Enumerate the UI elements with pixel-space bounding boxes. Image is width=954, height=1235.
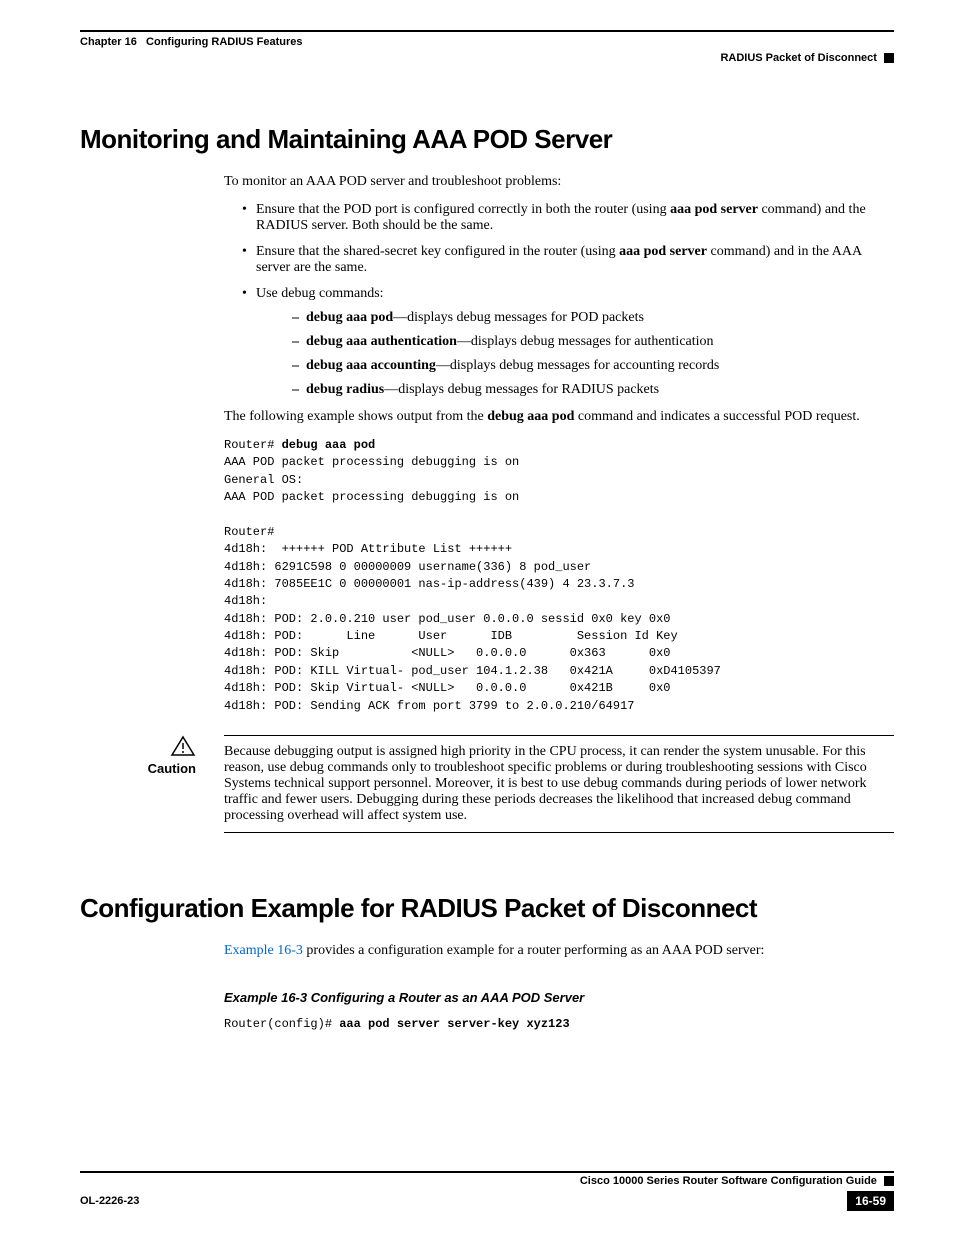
- running-header-right: RADIUS Packet of Disconnect: [80, 52, 894, 64]
- bullet-item: Ensure that the shared-secret key config…: [242, 244, 894, 276]
- sub-item: debug aaa pod—displays debug messages fo…: [292, 310, 894, 326]
- footer-square-icon: [884, 1176, 894, 1186]
- page-number: 16-59: [847, 1191, 894, 1211]
- intro-text: To monitor an AAA POD server and trouble…: [224, 173, 894, 192]
- chapter-title: Configuring RADIUS Features: [146, 36, 302, 48]
- bullet-list: Ensure that the POD port is configured c…: [224, 202, 894, 398]
- example-link[interactable]: Example 16-3: [224, 943, 303, 958]
- sub-item: debug aaa accounting—displays debug mess…: [292, 358, 894, 374]
- sub-item: debug radius—displays debug messages for…: [292, 382, 894, 398]
- conf-intro: Example 16-3 provides a configuration ex…: [224, 942, 894, 961]
- caution-text: Because debugging output is assigned hig…: [224, 735, 894, 833]
- heading-monitoring: Monitoring and Maintaining AAA POD Serve…: [80, 124, 894, 155]
- caution-block: Caution Because debugging output is assi…: [80, 735, 894, 833]
- example-lead: The following example shows output from …: [224, 408, 894, 427]
- caution-label: Caution: [148, 761, 196, 776]
- guide-title: Cisco 10000 Series Router Software Confi…: [580, 1175, 877, 1187]
- example-title: Example 16-3 Configuring a Router as an …: [224, 989, 894, 1007]
- running-header-left: Chapter 16 Configuring RADIUS Features: [80, 30, 894, 48]
- bullet-item: Ensure that the POD port is configured c…: [242, 202, 894, 234]
- sub-list: debug aaa pod—displays debug messages fo…: [274, 310, 894, 398]
- caution-icon: [80, 735, 196, 761]
- footer: Cisco 10000 Series Router Software Confi…: [80, 1171, 894, 1211]
- chapter-number: Chapter 16: [80, 36, 137, 48]
- bullet-item: Use debug commands: debug aaa pod—displa…: [242, 286, 894, 398]
- config-output: Router(config)# aaa pod server server-ke…: [224, 1016, 894, 1033]
- sub-item: debug aaa authentication—displays debug …: [292, 334, 894, 350]
- doc-id: OL-2226-23: [80, 1195, 139, 1207]
- debug-output: Router# debug aaa pod AAA POD packet pro…: [224, 437, 894, 715]
- heading-configuration-example: Configuration Example for RADIUS Packet …: [80, 893, 894, 924]
- page: Chapter 16 Configuring RADIUS Features R…: [0, 0, 954, 1235]
- section-name: RADIUS Packet of Disconnect: [720, 52, 876, 64]
- header-square-icon: [884, 53, 894, 63]
